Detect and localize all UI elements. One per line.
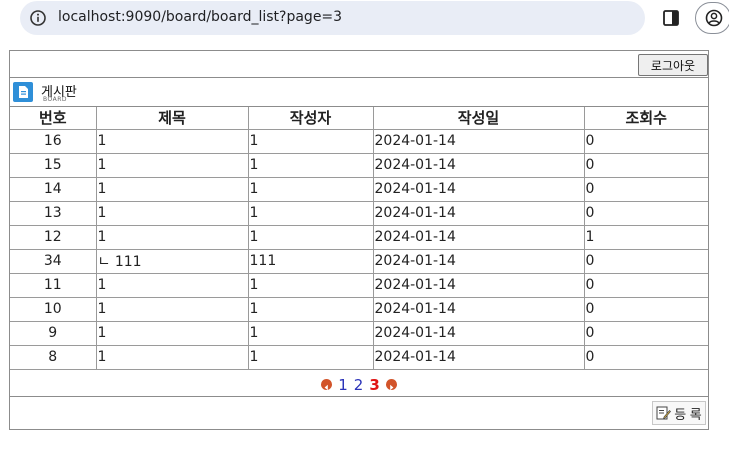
post-number: 16 [10, 128, 97, 154]
post-views: 0 [583, 272, 708, 298]
post-date: 2024-01-14 [372, 344, 585, 370]
post-views: 0 [583, 176, 708, 202]
table-row: 11 1 1 2024-01-14 0 [10, 272, 708, 298]
browser-toolbar: localhost:9090/board/board_list?page=3 [0, 0, 729, 40]
post-author: 1 [247, 344, 374, 370]
post-views: 0 [583, 248, 708, 274]
post-date: 2024-01-14 [372, 320, 585, 346]
table-header-row: 번호 제목 작성자 작성일 조회수 [10, 107, 708, 130]
post-number: 13 [10, 200, 97, 226]
board-topbar: 로그아웃 [10, 51, 708, 78]
post-title-link[interactable]: 1 [95, 296, 249, 322]
reply-title-link[interactable]: ㄴ 111 [95, 248, 249, 274]
board-container: 로그아웃 게시판 BOARD 번호 제목 작성자 작성일 조회수 16 1 1 … [9, 50, 709, 430]
post-views: 0 [583, 296, 708, 322]
logout-button[interactable]: 로그아웃 [638, 54, 708, 76]
post-views: 0 [583, 320, 708, 346]
post-author: 1 [247, 152, 374, 178]
post-views: 0 [583, 344, 708, 370]
post-author: 1 [247, 224, 374, 250]
post-author: 111 [247, 248, 374, 274]
post-number: 10 [10, 296, 97, 322]
write-button[interactable]: 등 록 [652, 401, 706, 425]
post-date: 2024-01-14 [372, 248, 585, 274]
post-views: 0 [583, 152, 708, 178]
table-row: 13 1 1 2024-01-14 0 [10, 200, 708, 226]
prev-page-icon[interactable] [321, 379, 333, 391]
post-number: 14 [10, 176, 97, 202]
profile-button[interactable] [695, 2, 729, 34]
post-views: 1 [583, 224, 708, 250]
post-number: 15 [10, 152, 97, 178]
post-number: 34 [10, 248, 97, 274]
post-author: 1 [247, 176, 374, 202]
post-author: 1 [247, 296, 374, 322]
document-icon [13, 82, 33, 102]
post-date: 2024-01-14 [372, 224, 585, 250]
post-number: 8 [10, 344, 97, 370]
post-title-link[interactable]: 1 [95, 176, 249, 202]
column-header-number: 번호 [10, 107, 97, 130]
post-number: 9 [10, 320, 97, 346]
pencil-note-icon [656, 406, 672, 420]
post-title-link[interactable]: 1 [95, 320, 249, 346]
address-bar[interactable]: localhost:9090/board/board_list?page=3 [20, 1, 645, 35]
post-author: 1 [247, 128, 374, 154]
column-header-author: 작성자 [247, 107, 374, 130]
post-date: 2024-01-14 [372, 152, 585, 178]
post-number: 12 [10, 224, 97, 250]
post-date: 2024-01-14 [372, 296, 585, 322]
page-current: 3 [369, 375, 380, 394]
column-header-views: 조회수 [583, 107, 708, 130]
table-row: 16 1 1 2024-01-14 0 [10, 128, 708, 154]
next-page-icon[interactable] [385, 379, 397, 391]
board-table: 번호 제목 작성자 작성일 조회수 16 1 1 2024-01-14 0 15… [10, 107, 708, 370]
column-header-date: 작성일 [372, 107, 585, 130]
pagination: 1 2 3 [10, 373, 708, 397]
post-date: 2024-01-14 [372, 272, 585, 298]
table-row: 9 1 1 2024-01-14 0 [10, 320, 708, 346]
board-titlebar: 게시판 BOARD [10, 78, 708, 107]
table-row: 15 1 1 2024-01-14 0 [10, 152, 708, 178]
post-date: 2024-01-14 [372, 128, 585, 154]
table-row: 10 1 1 2024-01-14 0 [10, 296, 708, 322]
table-row-reply: 34 ㄴ 111 111 2024-01-14 0 [10, 248, 708, 274]
post-author: 1 [247, 272, 374, 298]
write-button-label: 등 록 [674, 406, 702, 422]
url-text[interactable]: localhost:9090/board/board_list?page=3 [58, 9, 342, 25]
post-number: 11 [10, 272, 97, 298]
profile-icon [705, 9, 723, 27]
table-row: 12 1 1 2024-01-14 1 [10, 224, 708, 250]
post-title-link[interactable]: 1 [95, 224, 249, 250]
table-row: 8 1 1 2024-01-14 0 [10, 344, 708, 370]
post-title-link[interactable]: 1 [95, 272, 249, 298]
post-date: 2024-01-14 [372, 176, 585, 202]
post-title-link[interactable]: 1 [95, 128, 249, 154]
post-author: 1 [247, 200, 374, 226]
post-views: 0 [583, 128, 708, 154]
post-title-link[interactable]: 1 [95, 152, 249, 178]
page-subtitle: BOARD [43, 96, 68, 103]
post-date: 2024-01-14 [372, 200, 585, 226]
side-panel-icon[interactable] [662, 9, 680, 27]
post-title-link[interactable]: 1 [95, 200, 249, 226]
post-author: 1 [247, 320, 374, 346]
page-link-1[interactable]: 1 [338, 376, 348, 394]
page-link-2[interactable]: 2 [354, 376, 364, 394]
info-icon[interactable] [29, 9, 47, 27]
table-row: 14 1 1 2024-01-14 0 [10, 176, 708, 202]
column-header-title: 제목 [95, 107, 249, 130]
post-views: 0 [583, 200, 708, 226]
post-title-link[interactable]: 1 [95, 344, 249, 370]
